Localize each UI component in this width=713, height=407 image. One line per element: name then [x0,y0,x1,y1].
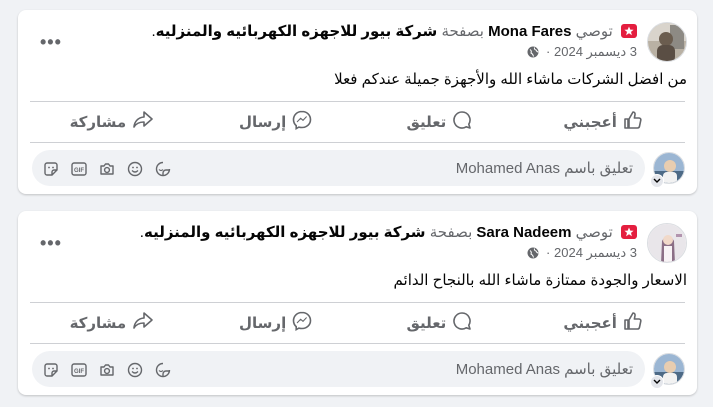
sticker-icon[interactable] [42,160,59,177]
post-header: توصي Mona Fares بصفحة شركة بيور للاجهزه … [28,20,687,64]
avatar-sticker-icon[interactable] [154,361,171,378]
share-button[interactable]: مشاركة [30,308,194,338]
svg-text:GIF: GIF [74,168,84,174]
globe-icon [527,45,539,63]
comment-input[interactable]: تعليق باسم Mohamed Anas GIF [32,150,645,186]
recommends-label: توصي [575,23,613,40]
author-avatar[interactable] [647,223,687,263]
comment-label: تعليق [406,114,447,131]
comment-icon [452,311,472,335]
divider [30,302,685,303]
post-card: توصي Mona Fares بصفحة شركة بيور للاجهزه … [18,10,697,194]
chevron-down-icon[interactable] [650,375,664,389]
comment-button[interactable]: تعليق [358,107,522,137]
comment-label: تعليق [406,315,447,332]
camera-icon[interactable] [98,361,115,378]
comment-icon [452,110,472,134]
comment-placeholder: تعليق باسم Mohamed Anas [455,361,633,378]
comment-input[interactable]: تعليق باسم Mohamed Anas GIF [32,351,645,387]
like-label: أعجبني [563,114,617,131]
share-label: مشاركة [69,114,127,131]
share-label: مشاركة [69,315,127,332]
divider [30,101,685,102]
post-card: توصي Sara Nadeem بصفحة شركة بيور للاجهزه… [18,211,697,395]
send-icon [292,311,312,335]
camera-icon[interactable] [98,160,115,177]
like-icon [623,110,643,134]
more-options-button[interactable]: ••• [40,233,62,254]
composer-tools: GIF [42,160,171,177]
author-avatar[interactable] [647,22,687,62]
gif-icon[interactable]: GIF [70,160,87,177]
like-button[interactable]: أعجبني [521,308,685,338]
post-header: توصي Sara Nadeem بصفحة شركة بيور للاجهزه… [28,221,687,265]
post-meta: توصي Sara Nadeem بصفحة شركة بيور للاجهزه… [140,223,637,264]
send-button[interactable]: إرسال [194,308,358,338]
via-label: بصفحة [441,23,484,40]
via-label: بصفحة [429,224,473,241]
post-actions: أعجبني تعليق إرسال مشاركة [30,107,685,137]
author-name[interactable]: Mona Fares [488,23,571,40]
like-button[interactable]: أعجبني [521,107,685,137]
more-options-button[interactable]: ••• [40,32,62,53]
comment-composer: تعليق باسم Mohamed Anas GIF [32,150,685,188]
recommends-label: توصي [575,224,613,241]
send-label: إرسال [239,114,287,131]
post-date[interactable]: 3 ديسمبر 2024 [554,245,637,260]
svg-text:GIF: GIF [74,369,84,375]
post-text: الاسعار والجودة ممتازة ماشاء الله بالنجا… [393,272,687,289]
chevron-down-icon[interactable] [650,174,664,188]
globe-icon [527,246,539,264]
recommend-icon [621,225,637,239]
page-name-link[interactable]: شركة بيور للاجهزه الكهربائيه والمنزليه [144,224,426,241]
sticker-icon[interactable] [42,361,59,378]
like-label: أعجبني [563,315,617,332]
send-icon [292,110,312,134]
comment-button[interactable]: تعليق [358,308,522,338]
comment-composer: تعليق باسم Mohamed Anas GIF [32,351,685,389]
composer-tools: GIF [42,361,171,378]
avatar-sticker-icon[interactable] [154,160,171,177]
share-icon [132,311,154,335]
like-icon [623,311,643,335]
share-icon [132,110,154,134]
post-actions: أعجبني تعليق إرسال مشاركة [30,308,685,338]
post-text: من افضل الشركات ماشاء الله والأجهزة جميل… [334,71,687,88]
emoji-icon[interactable] [126,361,143,378]
page-name-link[interactable]: شركة بيور للاجهزه الكهربائيه والمنزليه [156,23,438,40]
comment-placeholder: تعليق باسم Mohamed Anas [455,160,633,177]
send-button[interactable]: إرسال [194,107,358,137]
divider [30,343,685,344]
recommend-icon [621,24,637,38]
emoji-icon[interactable] [126,160,143,177]
post-meta: توصي Mona Fares بصفحة شركة بيور للاجهزه … [152,22,637,63]
divider [30,142,685,143]
gif-icon[interactable]: GIF [70,361,87,378]
author-name[interactable]: Sara Nadeem [476,224,571,241]
post-date[interactable]: 3 ديسمبر 2024 [554,44,637,59]
share-button[interactable]: مشاركة [30,107,194,137]
send-label: إرسال [239,315,287,332]
